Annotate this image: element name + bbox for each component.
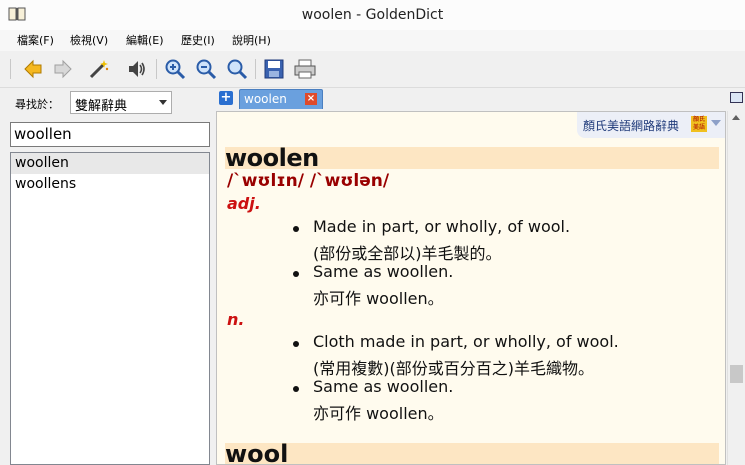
dictionary-group-select[interactable]: 雙解辭典: [70, 91, 172, 114]
headword-background: [225, 443, 719, 464]
tab-bar: + woolen ×: [214, 88, 745, 110]
list-item[interactable]: woollens: [11, 174, 209, 195]
scroll-up-icon[interactable]: [732, 115, 740, 120]
toolbar-separator: [255, 59, 256, 79]
dictionary-name: 顏氏美語網路辭典: [583, 119, 680, 133]
forward-button[interactable]: [50, 56, 76, 82]
dictionary-group-value: 雙解辭典: [75, 99, 128, 114]
menu-view[interactable]: 檢視(V): [70, 30, 108, 51]
bullet: [293, 271, 299, 277]
zoom-reset-button[interactable]: [224, 56, 250, 82]
collapse-icon[interactable]: [711, 120, 721, 126]
definition-en: Made in part, or wholly, of wool.: [313, 217, 571, 236]
part-of-speech: n.: [227, 310, 245, 329]
definition-en: Same as woollen.: [313, 377, 454, 396]
toolbar: [0, 51, 745, 88]
definition-en: Same as woollen.: [313, 262, 454, 281]
article-view: 顏氏美語網路辭典 顏氏美語 woolen /ˋwʊlɪn/ /ˋwʊlən/ a…: [216, 111, 726, 465]
bullet: [293, 226, 299, 232]
zoom-in-button[interactable]: [162, 56, 188, 82]
dictionary-badge-icon: 顏氏美語: [691, 116, 707, 132]
zoom-in-icon: [165, 59, 186, 80]
back-button[interactable]: [20, 56, 46, 82]
menu-help[interactable]: 說明(H): [232, 30, 271, 51]
bullet: [293, 341, 299, 347]
bullet: [293, 386, 299, 392]
print-button[interactable]: [292, 56, 318, 82]
menu-file[interactable]: 檔案(F): [17, 30, 54, 51]
close-icon[interactable]: ×: [305, 93, 317, 105]
pronounce-button[interactable]: [124, 56, 150, 82]
list-item[interactable]: woollen: [11, 153, 209, 174]
tab-list-icon[interactable]: [730, 92, 743, 103]
tab-label: woolen: [244, 92, 287, 106]
title-bar: woolen - GoldenDict: [0, 0, 745, 31]
magic-wand-icon: [89, 60, 109, 79]
scroll-thumb[interactable]: [730, 365, 743, 383]
menu-bar: 檔案(F) 檢視(V) 編輯(E) 歷史(I) 說明(H): [0, 30, 745, 51]
search-input[interactable]: woollen: [10, 122, 210, 147]
zoom-reset-icon: [227, 59, 248, 80]
word-list[interactable]: woollen woollens: [10, 152, 210, 465]
menu-history[interactable]: 歷史(I): [181, 30, 215, 51]
zoom-out-icon: [196, 59, 217, 80]
article-scrollbar[interactable]: [727, 111, 745, 465]
print-icon: [294, 59, 316, 79]
dictionary-header[interactable]: 顏氏美語網路辭典 顏氏美語: [577, 112, 725, 138]
window-title: woolen - GoldenDict: [301, 7, 444, 23]
definition-en: Cloth made in part, or wholly, of wool.: [313, 332, 619, 351]
definition-zh: 亦可作 woollen。: [313, 289, 444, 308]
save-button[interactable]: [261, 56, 287, 82]
next-headword: wool: [225, 440, 289, 465]
part-of-speech: adj.: [227, 194, 261, 213]
definition-zh: 亦可作 woollen。: [313, 404, 444, 423]
headword: woolen: [225, 144, 319, 172]
definition-zh: (常用複數)(部份或百分百之)羊毛織物。: [313, 359, 594, 378]
add-tab-icon[interactable]: +: [219, 91, 233, 105]
search-in-label: 尋找於：: [15, 98, 59, 111]
menu-edit[interactable]: 編輯(E): [126, 30, 164, 51]
chevron-down-icon: [159, 100, 167, 105]
definition-zh: (部份或全部以)羊毛製的。: [313, 244, 502, 263]
save-icon: [264, 59, 284, 79]
scan-popup-button[interactable]: [86, 56, 112, 82]
toolbar-grip: [10, 59, 11, 79]
toolbar-separator: [156, 59, 157, 79]
speaker-icon: [129, 61, 145, 77]
phonetic: /ˋwʊlɪn/ /ˋwʊlən/: [227, 171, 390, 191]
back-arrow-icon: [24, 59, 42, 79]
forward-arrow-icon: [54, 59, 72, 79]
tab-woolen[interactable]: woolen ×: [239, 89, 323, 109]
zoom-out-button[interactable]: [193, 56, 219, 82]
